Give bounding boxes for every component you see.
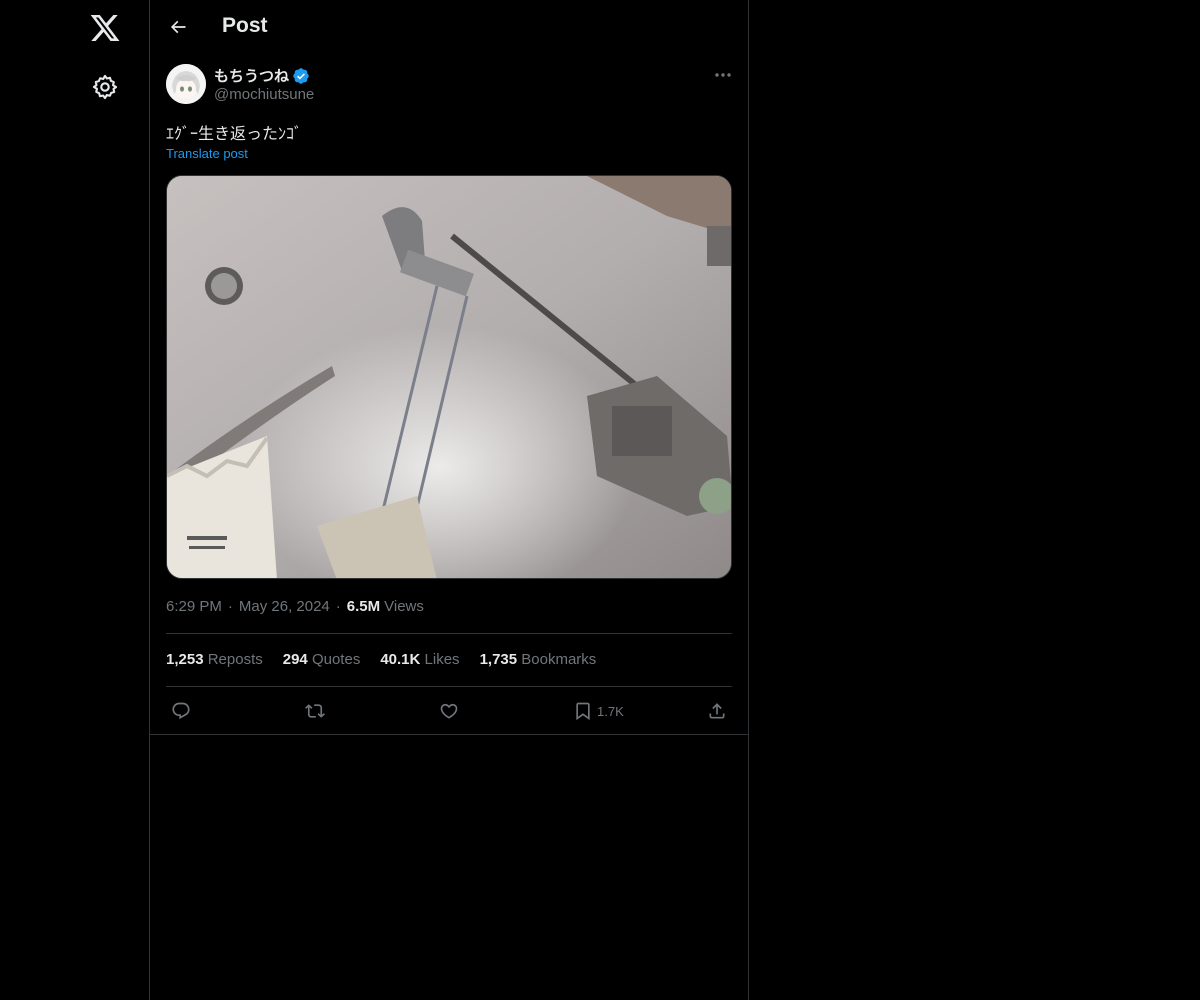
- author-name-row[interactable]: もちうつね: [214, 65, 310, 86]
- post-stats: 1,253 Reposts 294 Quotes 40.1K Likes 1,7…: [166, 651, 596, 668]
- quotes-count: 294: [282, 651, 308, 668]
- bookmark-count: 1.7K: [597, 703, 624, 719]
- post-meta: 6:29 PM · May 26, 2024 · 6.5M Views: [166, 598, 424, 615]
- video-frame-image: [167, 176, 731, 578]
- translate-post-link[interactable]: Translate post: [166, 146, 248, 161]
- more-dots-icon: [715, 73, 731, 77]
- divider: [166, 686, 732, 687]
- likes-label: Likes: [424, 651, 460, 668]
- reposts-label: Reposts: [207, 651, 263, 668]
- reposts-count: 1,253: [166, 651, 204, 668]
- post-text: ｴｸﾞｰ生き返ったﾝｺﾞ: [166, 124, 303, 143]
- page-header: Post: [150, 0, 748, 54]
- post-date[interactable]: May 26, 2024: [239, 598, 330, 615]
- bookmark-icon: [576, 702, 590, 721]
- x-logo-icon[interactable]: [89, 12, 121, 44]
- like-button[interactable]: [439, 697, 459, 725]
- back-button[interactable]: [164, 13, 192, 41]
- repost-icon: [305, 704, 325, 718]
- gear-icon[interactable]: [91, 73, 119, 101]
- more-options-button[interactable]: [708, 64, 738, 86]
- bookmarks-count: 1,735: [479, 651, 518, 668]
- post-actions: 1.7K: [166, 697, 732, 725]
- avatar[interactable]: [166, 64, 206, 104]
- likes-stat[interactable]: 40.1K Likes: [380, 651, 459, 668]
- views-label: Views: [384, 598, 424, 615]
- bookmarks-stat[interactable]: 1,735 Bookmarks: [480, 651, 597, 668]
- reply-icon: [172, 702, 190, 720]
- author-handle[interactable]: @mochiutsune: [214, 86, 314, 103]
- bookmark-button[interactable]: 1.7K: [573, 697, 624, 725]
- quotes-label: Quotes: [311, 651, 361, 668]
- repost-button[interactable]: [305, 697, 325, 725]
- views-count: 6.5M: [346, 598, 381, 615]
- post-bottom-border: [150, 734, 748, 735]
- main-column: Post もちうつね @mochiutsune ｴｸﾞｰ生き返ったﾝｺﾞ Tra…: [149, 0, 749, 1000]
- post-time[interactable]: 6:29 PM: [166, 598, 222, 615]
- display-name: もちうつね: [214, 68, 290, 85]
- page-title: Post: [222, 14, 268, 37]
- post-video[interactable]: [166, 175, 732, 579]
- share-icon: [709, 703, 725, 719]
- divider: [166, 633, 732, 634]
- bookmarks-label: Bookmarks: [521, 651, 597, 668]
- reposts-stat[interactable]: 1,253 Reposts: [166, 651, 263, 668]
- quotes-stat[interactable]: 294 Quotes: [283, 651, 361, 668]
- arrow-left-icon: [170, 20, 186, 34]
- likes-count: 40.1K: [380, 651, 421, 668]
- share-button[interactable]: [707, 697, 727, 725]
- reply-button[interactable]: [171, 697, 191, 725]
- meta-separator: ·: [335, 598, 341, 615]
- meta-separator: ·: [227, 598, 233, 615]
- verified-badge-icon: [293, 67, 309, 84]
- heart-icon: [440, 703, 458, 719]
- left-nav: [0, 0, 150, 1000]
